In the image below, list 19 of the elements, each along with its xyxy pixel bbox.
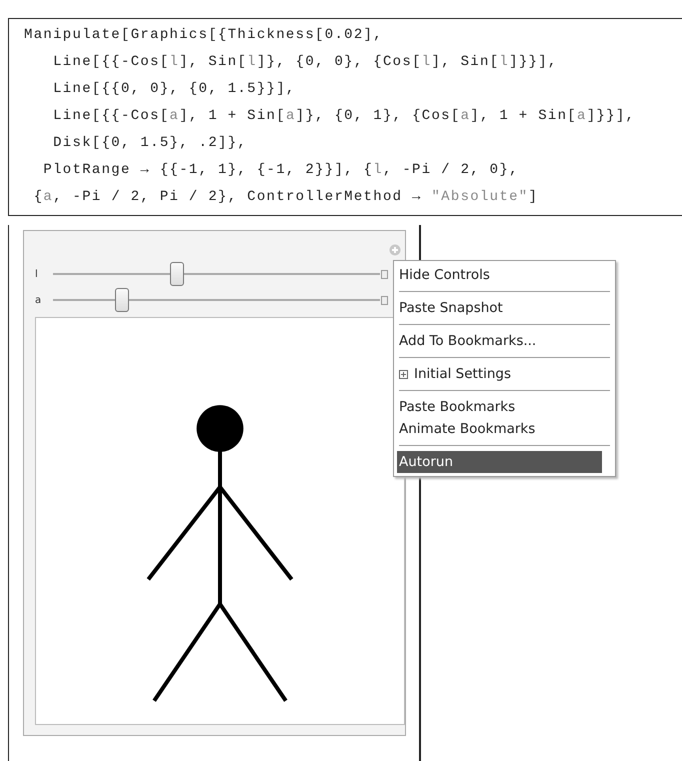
- plus-icon[interactable]: [389, 244, 401, 256]
- menu-item[interactable]: Paste Bookmarks: [397, 396, 602, 418]
- code-line: {a, -Pi / 2, Pi / 2}, ControllerMethod → "Absolute"]: [32, 188, 538, 207]
- code-line: Line[{{-Cos[a], 1 + Sin[a]}, {0, 1}, {Cos[a], 1 + Sin[a]}}],: [52, 107, 636, 126]
- slider-label: a: [35, 294, 42, 306]
- menu-item[interactable]: Initial Settings: [397, 363, 602, 385]
- menu-item[interactable]: Paste Snapshot: [397, 297, 602, 319]
- slider-thumb[interactable]: [170, 262, 184, 286]
- menu-item[interactable]: Autorun: [397, 451, 602, 473]
- code-line: Manipulate[Graphics[{Thickness[0.02],: [24, 26, 383, 45]
- code-line: Disk[{0, 1.5}, .2]},: [52, 134, 248, 153]
- code-line: PlotRange → {{-1, 1}, {-1, 2}}], {l, -Pi / 2, 0},: [42, 161, 519, 180]
- slider-thumb[interactable]: [114, 288, 129, 312]
- menu-item[interactable]: Add To Bookmarks...: [397, 330, 602, 352]
- menu-item[interactable]: Animate Bookmarks: [397, 418, 602, 440]
- menu-item[interactable]: Hide Controls: [397, 264, 602, 286]
- code-line: Line[{{-Cos[l], Sin[l]}, {0, 0}, {Cos[l], Sin[l]}}],: [52, 53, 558, 72]
- slider-label: l: [35, 268, 39, 280]
- code-line: Line[{{0, 0}, {0, 1.5}}],: [52, 80, 296, 99]
